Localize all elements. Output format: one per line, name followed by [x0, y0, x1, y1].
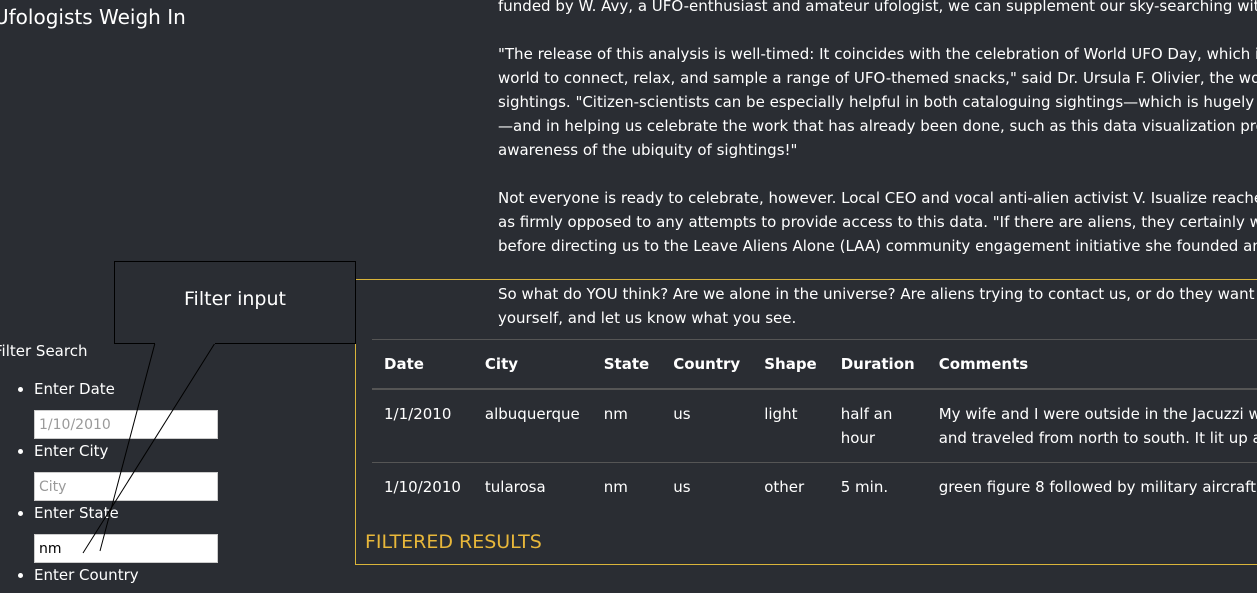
cell-city: albuquerque [472, 389, 592, 463]
cell-date: 1/10/2010 [384, 478, 461, 496]
annotation-callout: Filter input [114, 261, 356, 344]
article-line: Not everyone is ready to celebrate, howe… [498, 189, 1257, 207]
article-line: world to connect, relax, and sample a ra… [498, 69, 1257, 87]
column-header-duration: Duration [828, 339, 927, 390]
filter-label: Enter Date [34, 380, 115, 398]
filtered-results-label: FILTERED RESULTS [365, 531, 542, 553]
cell-shape: light [752, 389, 829, 463]
section-heading: Ufologists Weigh In [0, 5, 186, 29]
article-line: sightings. "Citizen-scientists can be es… [498, 93, 1257, 111]
cell-duration-line: half an [840, 405, 893, 423]
article-paragraph: Not everyone is ready to celebrate, howe… [498, 186, 1257, 258]
article-line: funded by W. Avy, a UFO-enthusiast and a… [498, 0, 1257, 15]
column-header-state: State [591, 339, 662, 390]
city-filter-input[interactable] [34, 472, 218, 501]
column-header-shape: Shape [752, 339, 829, 390]
cell-comments: My wife and I were outside in the Jacuzz… [926, 389, 1257, 463]
filter-label: Enter State [34, 504, 119, 522]
column-header-date: Date [372, 339, 473, 390]
state-filter-input[interactable] [34, 534, 218, 563]
results-table: Date City State Country Shape Duration C… [372, 339, 1257, 511]
article-paragraph: funded by W. Avy, a UFO-enthusiast and a… [498, 0, 1257, 18]
table-row: 1/1/2010 albuquerque nm us light half an… [372, 389, 1257, 463]
article-line: awareness of the ubiquity of sightings!" [498, 141, 798, 159]
filter-label: Enter City [34, 442, 109, 460]
article-line: "The release of this analysis is well-ti… [498, 45, 1257, 63]
article-line: as firmly opposed to any attempts to pro… [498, 213, 1257, 231]
article-line: before directing us to the Leave Aliens … [498, 237, 1257, 255]
bullet-icon [18, 573, 23, 578]
cell-country: us [661, 389, 753, 463]
cell-date: 1/1/2010 [372, 389, 473, 463]
bullet-icon [18, 449, 23, 454]
cell-duration: half an hour [828, 389, 927, 463]
cell-state: nm [603, 478, 628, 496]
cell-state: nm [591, 389, 662, 463]
date-filter-input[interactable] [34, 410, 218, 439]
bullet-icon [18, 387, 23, 392]
page: Ufologists Weigh In funded by W. Avy, a … [0, 0, 1257, 593]
callout-label: Filter input [184, 288, 286, 310]
column-header-city: City [472, 339, 592, 390]
article-line: —and in helping us celebrate the work th… [498, 117, 1257, 135]
table-row: 1/10/2010 tularosa nm us other 5 min. gr… [372, 463, 1257, 512]
filter-search-title: Filter Search [0, 342, 88, 360]
cell-shape: other [764, 478, 805, 496]
cell-city: tularosa [484, 478, 546, 496]
filter-label: Enter Country [34, 566, 139, 584]
table-header-row: Date City State Country Shape Duration C… [372, 339, 1257, 390]
cell-comments: green figure 8 followed by military airc… [938, 478, 1257, 496]
cell-comments-line: My wife and I were outside in the Jacuzz… [938, 405, 1257, 423]
column-header-country: Country [661, 339, 753, 390]
article-paragraph: "The release of this analysis is well-ti… [498, 42, 1257, 162]
column-header-comments: Comments [926, 339, 1257, 390]
cell-country: us [673, 478, 691, 496]
cell-comments-line: and traveled from north to south. It lit… [938, 429, 1257, 447]
cell-duration-line: hour [840, 429, 876, 447]
bullet-icon [18, 511, 23, 516]
cell-duration: 5 min. [840, 478, 889, 496]
